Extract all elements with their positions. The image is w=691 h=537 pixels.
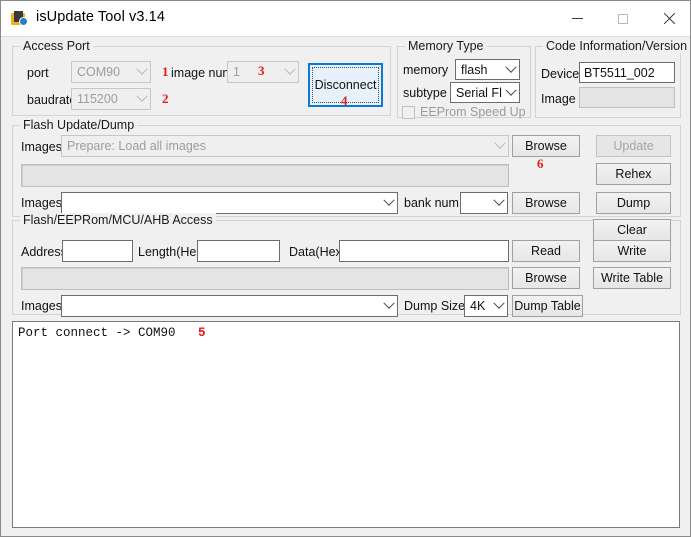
chevron-down-icon	[380, 296, 397, 316]
images-combo-2[interactable]	[61, 192, 398, 214]
dump-button[interactable]: Dump	[596, 192, 671, 214]
images-combo-1[interactable]: Prepare: Load all images	[61, 135, 509, 157]
bank-num-combo[interactable]	[460, 192, 508, 214]
close-icon	[663, 13, 675, 25]
access-images-combo[interactable]	[61, 295, 398, 317]
port-combo[interactable]: COM90	[71, 61, 151, 83]
image-label: Image	[541, 92, 576, 106]
title-bar: isUpdate Tool v3.14	[1, 1, 690, 37]
annotation-3: 3	[258, 63, 265, 79]
access-port-legend: Access Port	[20, 39, 93, 53]
baudrate-label: baudrate	[27, 93, 76, 107]
data-input[interactable]	[339, 240, 509, 262]
close-button[interactable]	[646, 1, 691, 36]
chevron-down-icon	[490, 193, 507, 213]
image-num-label: image num	[171, 66, 233, 80]
annotation-5: 5	[176, 326, 206, 340]
code-info-legend: Code Information/Version	[543, 39, 690, 53]
image-num-value: 1	[228, 65, 281, 79]
annotation-4: 4	[341, 93, 348, 109]
data-label: Data(Hex)	[289, 245, 346, 259]
chevron-down-icon	[281, 62, 298, 82]
window-title: isUpdate Tool v3.14	[36, 9, 165, 25]
rehex-button[interactable]: Rehex	[596, 163, 671, 185]
annotation-6: 6	[537, 156, 544, 172]
browse-button-2[interactable]: Browse	[512, 192, 580, 214]
dump-table-button[interactable]: Dump Table	[512, 295, 583, 317]
maximize-button[interactable]	[600, 1, 646, 36]
annotation-2: 2	[162, 91, 169, 107]
access-images-label: Images	[21, 299, 62, 313]
subtype-label: subtype	[403, 86, 447, 100]
update-button[interactable]: Update	[596, 135, 671, 157]
log-output[interactable]: Port connect -> COM90 5	[12, 321, 680, 528]
access-section-legend: Flash/EEPRom/MCU/AHB Access	[20, 213, 216, 227]
flash-update-legend: Flash Update/Dump	[20, 118, 137, 132]
dump-size-value: 4K	[465, 299, 490, 313]
chevron-down-icon	[502, 83, 519, 102]
port-value: COM90	[72, 65, 133, 79]
address-label: Address	[21, 245, 67, 259]
app-icon	[11, 11, 28, 27]
device-field[interactable]: BT5511_002	[579, 62, 675, 83]
memory-type-legend: Memory Type	[405, 39, 487, 53]
memory-value: flash	[456, 63, 502, 77]
browse-button-1[interactable]: Browse	[512, 135, 580, 157]
chevron-down-icon	[490, 296, 507, 316]
progress-bar	[21, 164, 509, 187]
chevron-down-icon	[502, 60, 519, 79]
device-label: Device	[541, 67, 579, 81]
maximize-icon	[618, 14, 628, 24]
log-line: Port connect -> COM90 5	[18, 326, 206, 340]
access-status-bar	[21, 267, 509, 290]
length-input[interactable]	[197, 240, 280, 262]
images-label-2: Images	[21, 196, 62, 210]
minimize-icon	[572, 18, 583, 19]
dump-size-combo[interactable]: 4K	[464, 295, 508, 317]
dump-size-label: Dump Size	[404, 299, 465, 313]
images-label-1: Images	[21, 140, 62, 154]
clear-button[interactable]: Clear	[593, 219, 671, 241]
baudrate-combo[interactable]: 115200	[71, 88, 151, 110]
bank-num-label: bank num	[404, 196, 459, 210]
chevron-down-icon	[380, 193, 397, 213]
write-button[interactable]: Write	[593, 240, 671, 262]
checkbox-box	[402, 106, 415, 119]
subtype-value: Serial Flas	[451, 86, 502, 100]
baudrate-value: 115200	[72, 92, 133, 106]
write-table-button[interactable]: Write Table	[593, 267, 671, 289]
log-line-text: Port connect -> COM90	[18, 326, 176, 340]
chevron-down-icon	[133, 89, 150, 109]
eeprom-speedup-checkbox[interactable]: EEProm Speed Up	[402, 105, 526, 119]
image-field[interactable]	[579, 87, 675, 108]
subtype-combo[interactable]: Serial Flas	[450, 82, 520, 103]
read-button[interactable]: Read	[512, 240, 580, 262]
annotation-1: 1	[162, 64, 169, 80]
port-label: port	[27, 66, 49, 80]
disconnect-button-label: Disconnect	[315, 78, 377, 92]
minimize-button[interactable]	[554, 1, 600, 36]
images-value-1: Prepare: Load all images	[62, 139, 491, 153]
eeprom-speedup-label: EEProm Speed Up	[420, 105, 526, 119]
chevron-down-icon	[133, 62, 150, 82]
memory-combo[interactable]: flash	[455, 59, 520, 80]
access-browse-button[interactable]: Browse	[512, 267, 580, 289]
memory-label: memory	[403, 63, 448, 77]
application-window: isUpdate Tool v3.14 Access Port port COM…	[0, 0, 691, 537]
chevron-down-icon	[491, 136, 508, 156]
address-input[interactable]	[62, 240, 133, 262]
